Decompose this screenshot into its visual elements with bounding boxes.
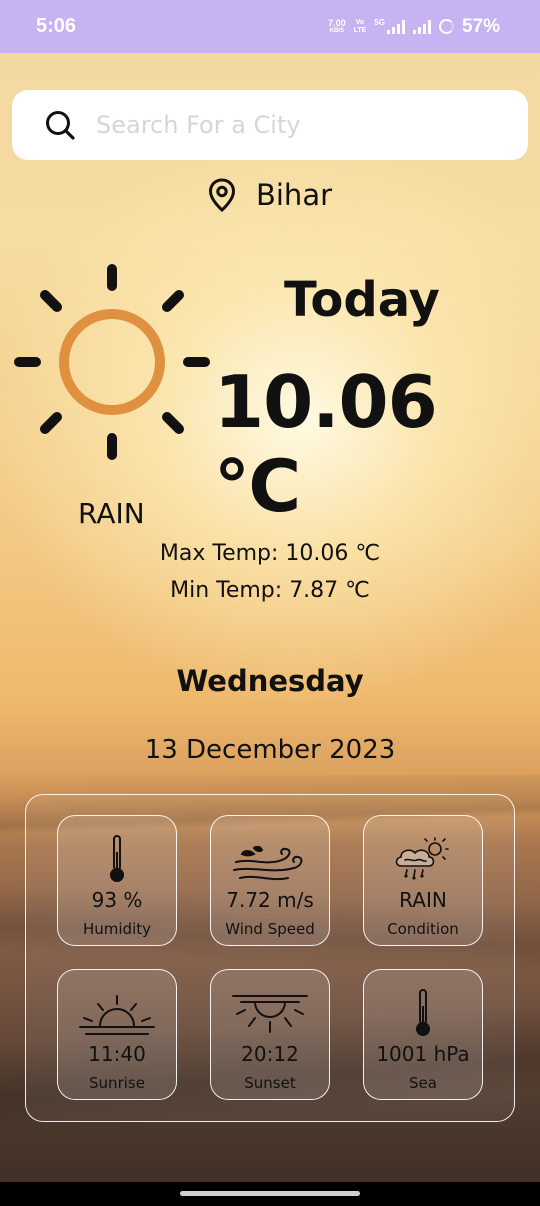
- date: 13 December 2023: [144, 735, 396, 765]
- condition-value: RAIN: [399, 888, 447, 912]
- volte-indicator: Vo LTE: [353, 18, 367, 34]
- sunrise-value: 11:40: [88, 1042, 146, 1066]
- location-row: Bihar: [0, 178, 540, 212]
- max-temp-value: 10.06 ℃: [285, 541, 381, 566]
- location-pin-icon: [208, 178, 235, 212]
- status-time: 5:06: [36, 15, 77, 37]
- humidity-caption: Humidity: [82, 920, 151, 938]
- condition-card: RAIN Condition: [363, 815, 483, 946]
- sunset-icon: [232, 995, 308, 1033]
- battery-icon: [438, 19, 454, 34]
- sea-level-caption: Sea: [409, 1074, 437, 1092]
- search-bar[interactable]: [12, 90, 528, 160]
- home-gesture-handle[interactable]: [180, 1191, 360, 1196]
- current-temperature: 10.06 ℃: [214, 360, 438, 528]
- sunset-value: 20:12: [241, 1042, 299, 1066]
- network-speed-value: 7.00: [328, 17, 346, 28]
- max-temp-row: Max Temp: 10.06 ℃: [0, 541, 540, 566]
- thermometer-icon: [416, 989, 430, 1036]
- sea-level-card: 1001 hPa Sea: [363, 969, 483, 1100]
- max-temp-label: Max Temp:: [159, 541, 279, 566]
- network-speed: 7.00 KB/S: [328, 17, 346, 35]
- network-speed-unit: KB/S: [329, 27, 344, 34]
- signal-icon: [386, 19, 405, 34]
- wind-icon: [233, 846, 303, 881]
- search-icon[interactable]: [44, 109, 76, 141]
- signal-icon-2: [412, 19, 431, 34]
- sun-icon: [14, 264, 210, 460]
- sunrise-caption: Sunrise: [89, 1074, 145, 1092]
- humidity-value: 93 %: [91, 888, 143, 912]
- sunrise-card: 11:40 Sunrise: [57, 969, 177, 1100]
- thermometer-icon: [110, 835, 124, 882]
- wind-speed-value: 7.72 m/s: [226, 888, 314, 912]
- location-name: Bihar: [255, 178, 333, 212]
- condition-caption: Condition: [387, 920, 459, 938]
- network-type: 5G: [374, 18, 385, 27]
- today-label: Today: [284, 272, 440, 328]
- wind-speed-card: 7.72 m/s Wind Speed: [210, 815, 330, 946]
- cloud-rain-sun-icon: [395, 837, 449, 880]
- sea-level-value: 1001 hPa: [376, 1042, 470, 1066]
- wind-speed-caption: Wind Speed: [225, 920, 315, 938]
- sunset-caption: Sunset: [244, 1074, 296, 1092]
- sunrise-icon: [79, 995, 155, 1035]
- battery-percentage: 57%: [461, 15, 500, 37]
- search-input[interactable]: [96, 111, 496, 139]
- status-icons: 7.00 KB/S Vo LTE 5G 57%: [328, 16, 500, 38]
- min-temp-value: 7.87 ℃: [289, 578, 370, 603]
- humidity-card: 93 % Humidity: [57, 815, 177, 946]
- min-temp-label: Min Temp:: [170, 578, 283, 603]
- min-temp-row: Min Temp: 7.87 ℃: [0, 578, 540, 603]
- weather-condition: RAIN: [78, 497, 145, 530]
- sunset-card: 20:12 Sunset: [210, 969, 330, 1100]
- status-bar: 5:06 7.00 KB/S Vo LTE 5G 57%: [0, 0, 540, 53]
- day-name: Wednesday: [176, 664, 364, 698]
